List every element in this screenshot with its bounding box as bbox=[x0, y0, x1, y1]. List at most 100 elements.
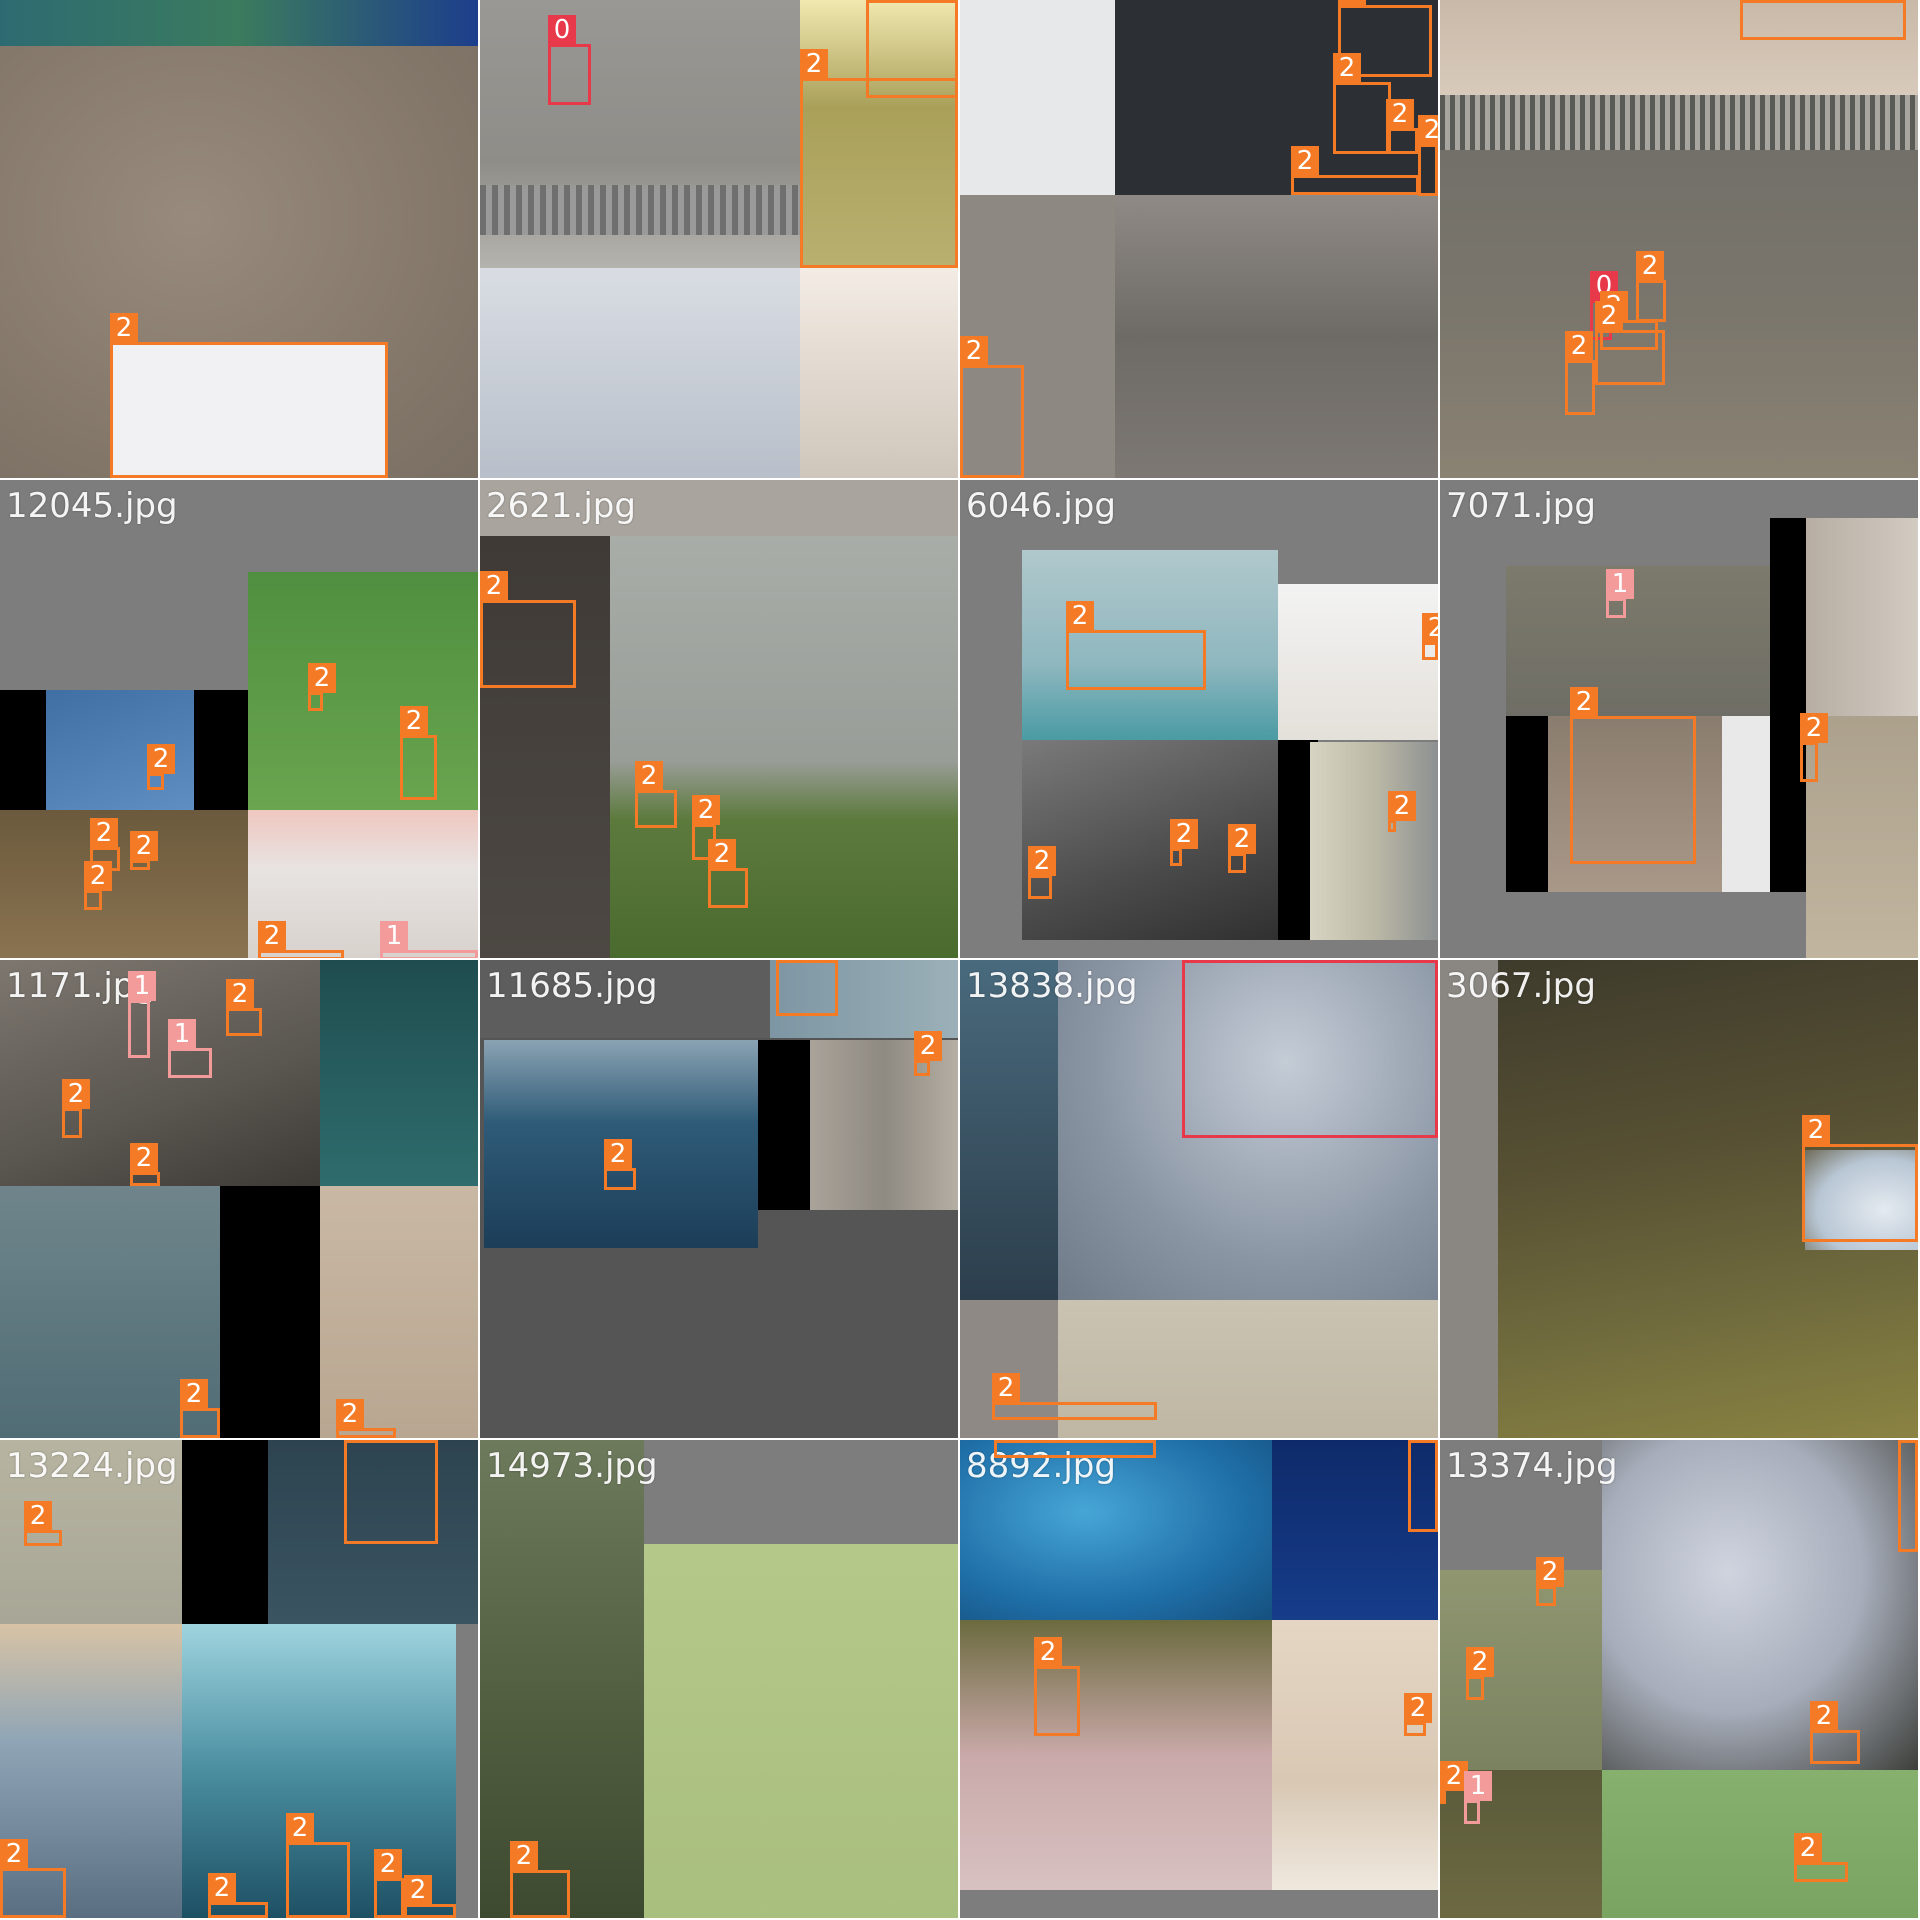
class-label: 2 bbox=[110, 313, 138, 343]
image-patch bbox=[0, 690, 46, 810]
mosaic-tile: 2 bbox=[0, 0, 478, 478]
image-patch bbox=[480, 1440, 644, 1918]
mosaic-tile: 0 2 2 bbox=[480, 0, 958, 478]
detection-box: 2 bbox=[1386, 99, 1418, 154]
mosaic-tile: 13224.jpg 2 2 2 2 2 2 2 bbox=[0, 1440, 478, 1918]
detection-box: 2 bbox=[708, 839, 748, 908]
class-label: 2 bbox=[130, 1143, 158, 1173]
class-label: 2 bbox=[374, 1849, 402, 1879]
detection-box: 2 bbox=[510, 1841, 570, 1918]
image-patch bbox=[758, 1040, 810, 1210]
class-label: 2 bbox=[692, 795, 720, 825]
image-filename: 6046.jpg bbox=[966, 486, 1116, 526]
image-patch bbox=[1440, 1570, 1602, 1770]
image-filename: 13838.jpg bbox=[966, 966, 1138, 1006]
class-label: 2 bbox=[1066, 601, 1094, 631]
image-patch bbox=[1602, 1440, 1918, 1770]
class-label: 2 bbox=[1536, 1557, 1564, 1587]
image-patch bbox=[1722, 716, 1770, 892]
image-patch bbox=[0, 0, 478, 46]
detection-box: 2 bbox=[992, 1373, 1157, 1420]
class-label: 2 bbox=[208, 1873, 236, 1903]
class-label: 2 bbox=[84, 861, 112, 891]
detection-box: 1 bbox=[168, 1019, 212, 1078]
class-label: 2 bbox=[635, 761, 663, 791]
detection-box: 2 bbox=[1466, 1647, 1494, 1700]
class-label: 2 bbox=[1466, 1647, 1494, 1677]
image-patch bbox=[1278, 584, 1438, 740]
class-label: 2 bbox=[1333, 53, 1361, 83]
image-patch bbox=[1506, 716, 1548, 892]
detection-box: 2 bbox=[1170, 819, 1198, 866]
class-label: 2 bbox=[1422, 613, 1438, 643]
class-label: 2 bbox=[604, 1139, 632, 1169]
class-label: 2 bbox=[1408, 1440, 1436, 1441]
detection-box: 2 bbox=[1595, 301, 1665, 385]
detection-box: 1 bbox=[1606, 569, 1634, 618]
class-label: 1 bbox=[128, 971, 156, 1001]
detection-box: 2 bbox=[286, 1813, 350, 1918]
detection-box: 2 bbox=[180, 1379, 220, 1438]
mosaic-tile: 2 2 2 2 2 2 bbox=[960, 0, 1438, 478]
class-label: 2 bbox=[90, 818, 118, 848]
image-filename: 11685.jpg bbox=[486, 966, 658, 1006]
detection-box: 2 bbox=[1028, 846, 1056, 899]
class-label: 1 bbox=[168, 1019, 196, 1049]
image-patch bbox=[1806, 716, 1918, 958]
class-label: 2 bbox=[1386, 99, 1414, 129]
class-label: 2 bbox=[1595, 301, 1623, 331]
detection-box: 2 bbox=[147, 744, 175, 790]
detection-box: 2 bbox=[1404, 1693, 1432, 1736]
image-patch bbox=[1115, 195, 1438, 478]
detection-box: 2 bbox=[84, 861, 112, 910]
class-label: 2 bbox=[776, 960, 804, 961]
detection-box: 2 bbox=[336, 1399, 396, 1438]
class-label: 2 bbox=[1802, 1115, 1830, 1145]
detection-box: 2 bbox=[1800, 713, 1828, 782]
image-patch bbox=[800, 268, 958, 478]
image-patch bbox=[1440, 95, 1918, 150]
class-label: 2 bbox=[336, 1399, 364, 1429]
class-label: 2 bbox=[866, 0, 894, 1]
class-label: 2 bbox=[960, 336, 988, 366]
class-label: 2 bbox=[1636, 251, 1664, 281]
detection-box: 2 bbox=[1898, 1440, 1918, 1552]
class-label: 0 bbox=[548, 15, 576, 45]
detection-box: 2 bbox=[226, 979, 262, 1036]
detection-box: 2 bbox=[800, 49, 958, 268]
detection-box: 2 bbox=[130, 1143, 160, 1186]
class-label: 2 bbox=[0, 1839, 28, 1869]
class-label: 2 bbox=[180, 1379, 208, 1409]
class-label: 2 bbox=[1810, 1701, 1838, 1731]
mosaic-tile: 2621.jpg 2 2 2 2 bbox=[480, 480, 958, 958]
detection-box: 2 bbox=[1066, 601, 1206, 690]
image-filename: 2621.jpg bbox=[486, 486, 636, 526]
class-label: 2 bbox=[1170, 819, 1198, 849]
image-patch bbox=[960, 1620, 1272, 1890]
image-patch bbox=[480, 185, 800, 235]
detection-box: 2 bbox=[308, 663, 336, 711]
image-patch bbox=[1806, 518, 1918, 716]
image-filename: 12045.jpg bbox=[6, 486, 178, 526]
detection-box: 2 bbox=[1794, 1833, 1848, 1882]
detection-box: 2 bbox=[1570, 687, 1696, 864]
detection-box: 2 bbox=[635, 761, 677, 828]
class-label: 2 bbox=[708, 839, 736, 869]
class-label: 2 bbox=[226, 979, 254, 1009]
class-label: 2 bbox=[404, 1875, 432, 1905]
image-patch bbox=[1770, 518, 1806, 716]
detection-box: 2 bbox=[1228, 824, 1256, 873]
detection-box: 2 bbox=[1440, 1761, 1468, 1804]
class-label: 2 bbox=[992, 1373, 1020, 1403]
mosaic-tile: 3067.jpg 2 bbox=[1440, 960, 1918, 1438]
image-patch bbox=[810, 1040, 958, 1210]
class-label: 2 bbox=[1565, 331, 1593, 361]
detection-box: 2 bbox=[374, 1849, 404, 1918]
class-label: 0 bbox=[1182, 960, 1210, 961]
mosaic-tile: 11685.jpg 2 2 2 bbox=[480, 960, 958, 1438]
class-label: 2 bbox=[1228, 824, 1256, 854]
mosaic-tile: 8892.jpg 2 2 2 2 bbox=[960, 1440, 1438, 1918]
class-label: 2 bbox=[914, 1031, 942, 1061]
detection-box: 2 bbox=[62, 1079, 90, 1138]
class-label: 2 bbox=[1291, 146, 1319, 176]
